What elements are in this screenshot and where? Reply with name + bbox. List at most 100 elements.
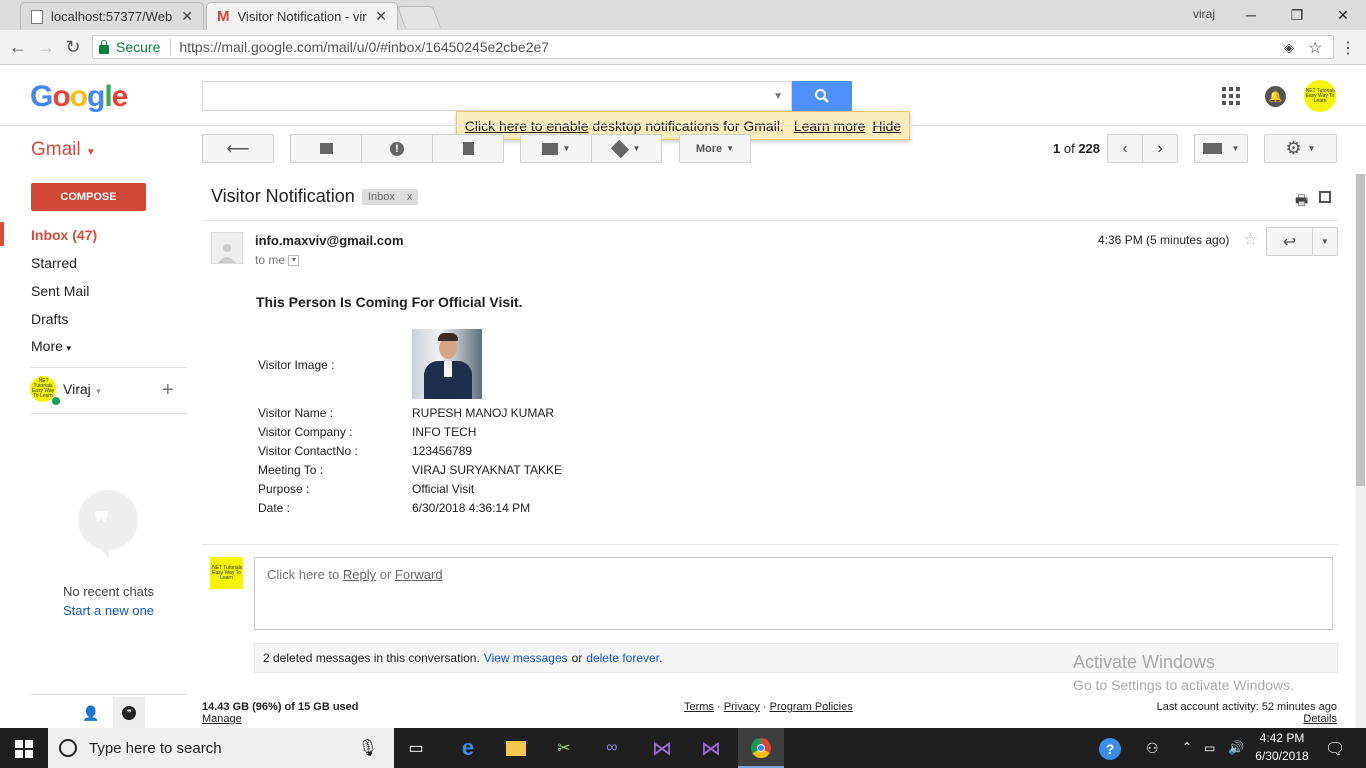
close-icon[interactable]: ✕	[181, 8, 193, 25]
secure-indicator[interactable]: Secure	[93, 39, 160, 55]
activate-windows-subtitle[interactable]: Go to Settings to activate Windows.	[1073, 677, 1294, 693]
search-button[interactable]	[792, 81, 852, 111]
sidebar-item-sent[interactable]: Sent Mail	[31, 283, 89, 299]
infinity-app-icon[interactable]: ∞	[598, 734, 626, 762]
close-window-icon[interactable]: ✕	[1320, 0, 1366, 30]
sender-avatar[interactable]	[211, 232, 243, 264]
visitor-photo[interactable]	[412, 329, 482, 399]
sender-email[interactable]: info.maxviv@gmail.com	[255, 233, 404, 248]
visual-studio-2-icon[interactable]: ⋈	[697, 734, 725, 762]
move-to-button[interactable]: ▼	[520, 134, 592, 163]
contacts-icon[interactable]: 👤	[82, 705, 99, 722]
view-messages-link[interactable]: View messages	[484, 651, 568, 665]
task-view-icon[interactable]: ▭	[402, 734, 430, 762]
address-bar[interactable]: Secure https://mail.google.com/mail/u/0/…	[92, 35, 1334, 59]
gmail-menu[interactable]: Gmail ▼	[31, 139, 96, 161]
my-avatar[interactable]: .NET Tutorials Easy Way To Learn	[210, 557, 243, 589]
terms-link[interactable]: Terms	[684, 701, 714, 713]
chat-user-name[interactable]: Viraj ▼	[63, 381, 103, 397]
clock-time[interactable]: 4:42 PM	[1256, 731, 1308, 745]
browser-user[interactable]: viraj	[1193, 7, 1215, 21]
apps-grid-icon[interactable]	[1222, 87, 1240, 105]
older-button[interactable]: ›	[1142, 134, 1178, 163]
remove-label-icon[interactable]: x	[407, 191, 413, 203]
minimize-icon[interactable]: ─	[1228, 0, 1274, 30]
settings-button[interactable]: ⚙ ▼	[1264, 134, 1337, 163]
forward-link[interactable]: Forward	[395, 567, 443, 582]
inbox-label-chip[interactable]: Inbox x	[362, 189, 419, 205]
edge-icon[interactable]: e	[454, 734, 482, 762]
meeting-to-label: Meeting To :	[258, 463, 324, 477]
battery-icon[interactable]: ▭	[1204, 741, 1215, 755]
hangouts-tab[interactable]: ❞	[113, 697, 145, 728]
maximize-icon[interactable]: ❐	[1274, 0, 1320, 30]
recipient-line[interactable]: to me ▼	[255, 253, 300, 267]
labels-button[interactable]: ▼	[591, 134, 662, 163]
clock-date[interactable]: 6/30/2018	[1252, 749, 1312, 763]
account-avatar[interactable]: .NET Tutorials Easy Way To Learn	[1304, 80, 1336, 112]
view-icon[interactable]: ◈	[1284, 40, 1294, 56]
search-input[interactable]: ▼	[202, 81, 792, 111]
notifications-bell-icon[interactable]: 🔔	[1265, 86, 1286, 107]
more-actions-button[interactable]: More ▼	[679, 134, 751, 163]
new-window-icon[interactable]	[1319, 191, 1331, 203]
reply-button[interactable]: ↩ ▼	[1266, 227, 1338, 256]
back-to-inbox-button[interactable]: ⟵	[202, 134, 274, 163]
print-icon[interactable]: 🖶	[1295, 190, 1308, 214]
show-details-icon[interactable]: ▼	[288, 255, 300, 267]
browser-tab-gmail[interactable]: M Visitor Notification - viraj ✕	[206, 2, 398, 30]
newer-button[interactable]: ‹	[1107, 134, 1143, 163]
sidebar-item-drafts[interactable]: Drafts	[31, 311, 68, 327]
scrollbar-thumb[interactable]	[1356, 174, 1365, 486]
url-text[interactable]: https://mail.google.com/mail/u/0/#inbox/…	[179, 39, 549, 55]
email-heading: This Person Is Coming For Official Visit…	[256, 294, 523, 310]
reply-options-icon[interactable]: ▼	[1313, 237, 1337, 246]
report-spam-button[interactable]: !	[361, 134, 433, 163]
back-icon[interactable]: ←	[7, 36, 29, 58]
last-activity-text: Last account activity: 52 minutes ago	[1156, 701, 1337, 713]
help-icon[interactable]: ?	[1099, 738, 1121, 760]
search-options-icon[interactable]: ▼	[773, 91, 783, 102]
new-tab-button[interactable]	[396, 6, 442, 28]
footer-dot: ·	[717, 701, 721, 713]
input-tools-button[interactable]: ▼	[1194, 134, 1248, 163]
windows-start-icon[interactable]	[15, 740, 33, 758]
forward-icon[interactable]: →	[35, 36, 57, 58]
user-label: Viraj	[63, 381, 91, 397]
file-explorer-icon[interactable]	[502, 734, 530, 762]
star-icon[interactable]: ☆	[1243, 230, 1258, 250]
delete-forever-link[interactable]: delete forever.	[586, 651, 662, 665]
google-logo[interactable]: Google	[30, 80, 128, 114]
date-value: 6/30/2018 4:36:14 PM	[412, 501, 531, 515]
reply-box[interactable]: Click here to Reply or Forward	[254, 557, 1333, 630]
people-icon[interactable]: ⚇	[1146, 740, 1159, 757]
microphone-icon[interactable]: 🎙	[358, 738, 378, 758]
visual-studio-icon[interactable]: ⋈	[648, 734, 676, 762]
action-center-icon[interactable]: 🗨	[1325, 739, 1345, 759]
reply-link[interactable]: Reply	[343, 567, 376, 582]
delete-button[interactable]	[432, 134, 504, 163]
show-hidden-icons-icon[interactable]: ⌃	[1182, 740, 1192, 754]
browser-tab-localhost[interactable]: localhost:57377/WebForm ✕	[20, 2, 204, 30]
tools-app-icon[interactable]: ✂	[550, 734, 578, 762]
taskbar-search-box[interactable]: Type here to search 🎙	[48, 728, 394, 768]
activity-details-link[interactable]: Details	[1303, 713, 1337, 725]
sidebar-item-starred[interactable]: Starred	[31, 255, 77, 271]
archive-button[interactable]	[290, 134, 362, 163]
volume-icon[interactable]: 🔊	[1228, 740, 1244, 756]
bookmark-star-icon[interactable]: ☆	[1308, 38, 1322, 58]
sidebar-item-inbox[interactable]: Inbox (47)	[31, 227, 97, 243]
start-new-chat-link[interactable]: Start a new one	[30, 603, 187, 618]
chrome-taskbar-button[interactable]	[738, 728, 784, 768]
search-icon	[815, 89, 829, 103]
manage-storage-link[interactable]: Manage	[202, 713, 242, 725]
add-chat-icon[interactable]: +	[162, 379, 174, 402]
close-icon[interactable]: ✕	[375, 8, 387, 25]
privacy-link[interactable]: Privacy	[724, 701, 760, 713]
menu-icon[interactable]: ⋮	[1340, 38, 1356, 58]
reload-icon[interactable]: ↻	[62, 36, 84, 58]
compose-button[interactable]: COMPOSE	[31, 183, 146, 211]
sidebar-item-more[interactable]: More ▼	[31, 338, 73, 354]
page-scrollbar[interactable]	[1355, 174, 1366, 728]
program-policies-link[interactable]: Program Policies	[770, 701, 853, 713]
